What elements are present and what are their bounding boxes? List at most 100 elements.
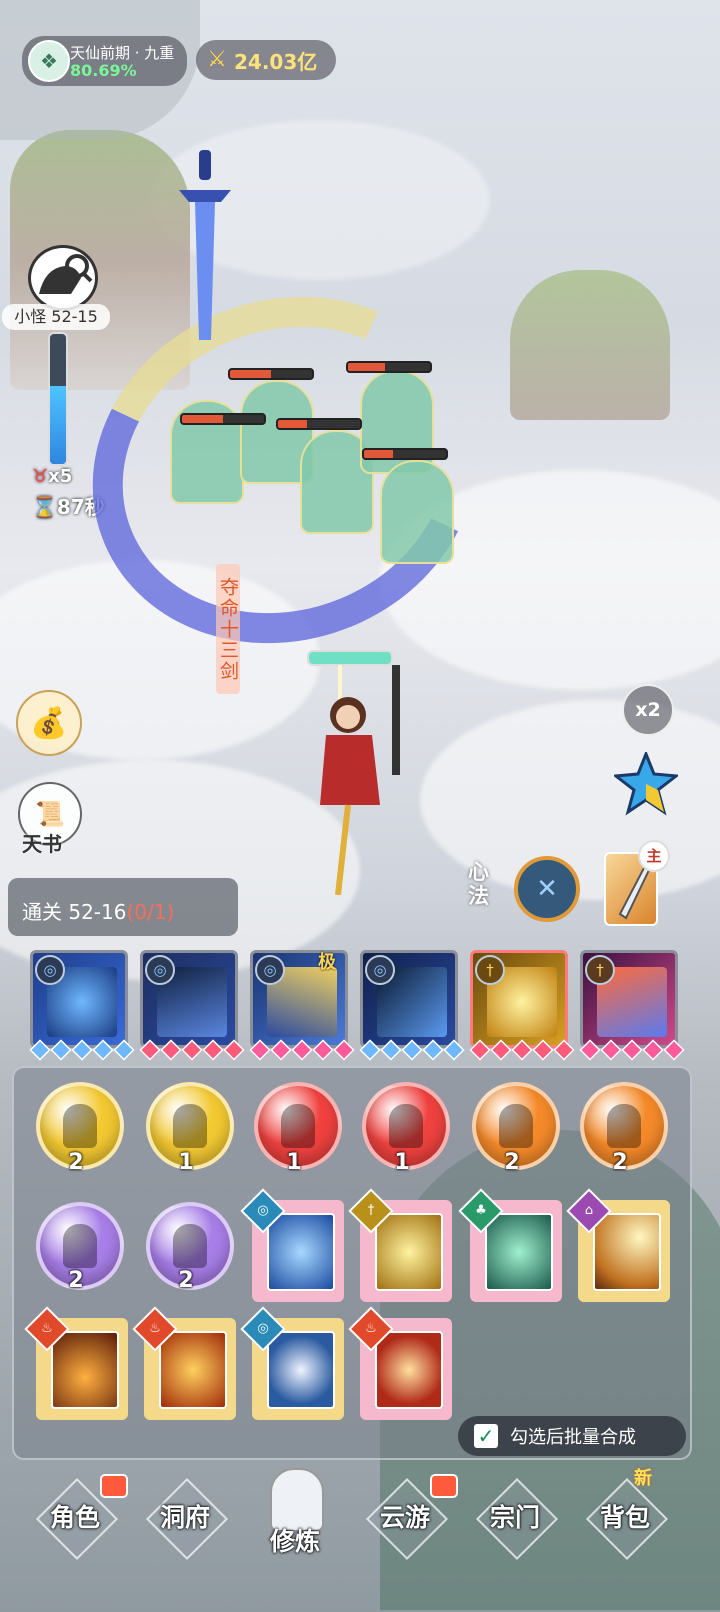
gem-icon [139, 1039, 161, 1061]
stage-label: 小怪 52-15 [2, 304, 110, 330]
nav-label: 宗门 [489, 1503, 540, 1532]
stage-progress-bar [48, 332, 68, 466]
speed-toggle-button[interactable]: x2 [622, 684, 674, 736]
gift-badge-icon [100, 1474, 128, 1498]
gem-icon [600, 1039, 622, 1061]
nav-sect[interactable]: 宗门 [460, 1477, 570, 1600]
enemy[interactable] [380, 460, 454, 564]
kill-multiplier: ♉x5 [32, 466, 72, 487]
star-icon[interactable] [612, 749, 680, 816]
gem-icon [469, 1039, 491, 1061]
xinfa-label: 心法 [468, 860, 489, 908]
extreme-tag: 极 [318, 952, 336, 973]
nav-backpack[interactable]: 新 背包 [570, 1468, 680, 1600]
nav-cave[interactable]: 洞府 [130, 1477, 240, 1600]
water-swirl-icon: ◎ [255, 955, 285, 985]
giant-sword-art [175, 150, 235, 340]
orb-count: 2 [68, 1268, 84, 1293]
boss-search-icon[interactable] [28, 245, 98, 311]
gem-icon [443, 1039, 465, 1061]
water-swirl-icon: ◎ [145, 955, 175, 985]
realm-progress: 80.69% [70, 61, 137, 80]
gem-icon [223, 1039, 245, 1061]
skill-gems [469, 1039, 575, 1061]
gem-icon [92, 1039, 114, 1061]
nav-cultivate[interactable]: 修炼 [240, 1468, 350, 1600]
nav-label: 修炼 [269, 1527, 320, 1556]
realm-name: 天仙前期 · 九重 [70, 44, 175, 62]
figure-silhouette-icon [389, 1104, 423, 1148]
gem-icon [312, 1039, 334, 1061]
skill-card[interactable]: ◎ [240, 1188, 344, 1302]
skill-gems [139, 1039, 245, 1061]
equipped-skill-card[interactable]: ◎ [360, 950, 458, 1048]
kill-multiplier-value: x5 [48, 466, 73, 487]
stage-progress-fill [50, 386, 66, 464]
skill-card[interactable]: ♣ [458, 1188, 562, 1302]
metal-sword-icon: † [585, 955, 615, 985]
orb-count: 1 [394, 1150, 410, 1175]
gem-icon [380, 1039, 402, 1061]
realm-status[interactable]: ❖ 天仙前期 · 九重 80.69% [22, 36, 187, 86]
enemy-hp-fill [182, 415, 223, 423]
equipped-skill-card[interactable]: † [580, 950, 678, 1048]
gem-icon [160, 1039, 182, 1061]
figure-silhouette-icon [173, 1224, 207, 1268]
skill-card[interactable]: ♨ [132, 1306, 236, 1420]
figure-silhouette-icon [63, 1224, 97, 1268]
combat-power-value: 24.03亿 [234, 49, 318, 74]
equipped-skill-card[interactable]: ◎ [140, 950, 238, 1048]
gem-icon [50, 1039, 72, 1061]
player-character [300, 605, 400, 896]
skill-gems [249, 1039, 355, 1061]
nav-label: 云游 [379, 1503, 430, 1532]
orb-count: 2 [504, 1150, 520, 1175]
skill-cast-banner: 夺命十三剑 [216, 564, 240, 694]
skill-gems [29, 1039, 135, 1061]
enemy-hp-fill [348, 363, 385, 371]
treasure-bag-button[interactable]: 💰 [16, 690, 82, 756]
gem-icon [532, 1039, 554, 1061]
xinfa-button[interactable]: ✕ [514, 856, 580, 922]
equipped-skill-card[interactable]: ◎ [30, 950, 128, 1048]
enemy-hp-bar [228, 368, 314, 380]
new-badge: 新 [634, 1468, 652, 1489]
equipped-skill-card[interactable]: † [470, 950, 568, 1048]
realm-icon: ❖ [28, 40, 70, 82]
enemy-hp-bar [276, 418, 362, 430]
clear-count: (0/1) [126, 900, 175, 924]
nav-character[interactable]: 角色 [20, 1474, 130, 1600]
skill-card[interactable]: ⌂ [566, 1188, 670, 1302]
figure-silhouette-icon [173, 1104, 207, 1148]
water-swirl-icon: ◎ [365, 955, 395, 985]
gem-icon [553, 1039, 575, 1061]
gem-icon [249, 1039, 271, 1061]
nav-travel[interactable]: 云游 [350, 1474, 460, 1600]
batch-merge-checkbox[interactable]: ✓ [474, 1424, 498, 1448]
nav-label: 洞府 [159, 1503, 210, 1532]
skill-card[interactable]: ♨ [348, 1306, 452, 1420]
nav-label: 角色 [49, 1503, 100, 1532]
metal-sword-icon: † [475, 955, 505, 985]
enemy-hp-bar [362, 448, 448, 460]
gem-icon [71, 1039, 93, 1061]
bottom-nav: 角色 洞府 修炼 云游 宗门 新 背包 [0, 1468, 720, 1612]
skill-card[interactable]: ◎ [240, 1306, 344, 1420]
batch-merge-toggle[interactable]: ✓ 勾选后批量合成 [458, 1416, 686, 1456]
figure-silhouette-icon [63, 1104, 97, 1148]
combat-power[interactable]: ⚔ 24.03亿 [196, 40, 336, 80]
skill-card[interactable]: ♨ [24, 1306, 128, 1420]
gem-icon [359, 1039, 381, 1061]
skill-card[interactable]: † [348, 1188, 452, 1302]
figure-silhouette-icon [607, 1104, 641, 1148]
gem-icon [663, 1039, 685, 1061]
orb-count: 1 [286, 1150, 302, 1175]
gem-icon [333, 1039, 355, 1061]
gem-icon [270, 1039, 292, 1061]
enemy-hp-bar [180, 413, 266, 425]
gem-icon [422, 1039, 444, 1061]
gem-icon [642, 1039, 664, 1061]
nav-label: 背包 [599, 1503, 650, 1532]
gem-icon [181, 1039, 203, 1061]
gem-icon [113, 1039, 135, 1061]
